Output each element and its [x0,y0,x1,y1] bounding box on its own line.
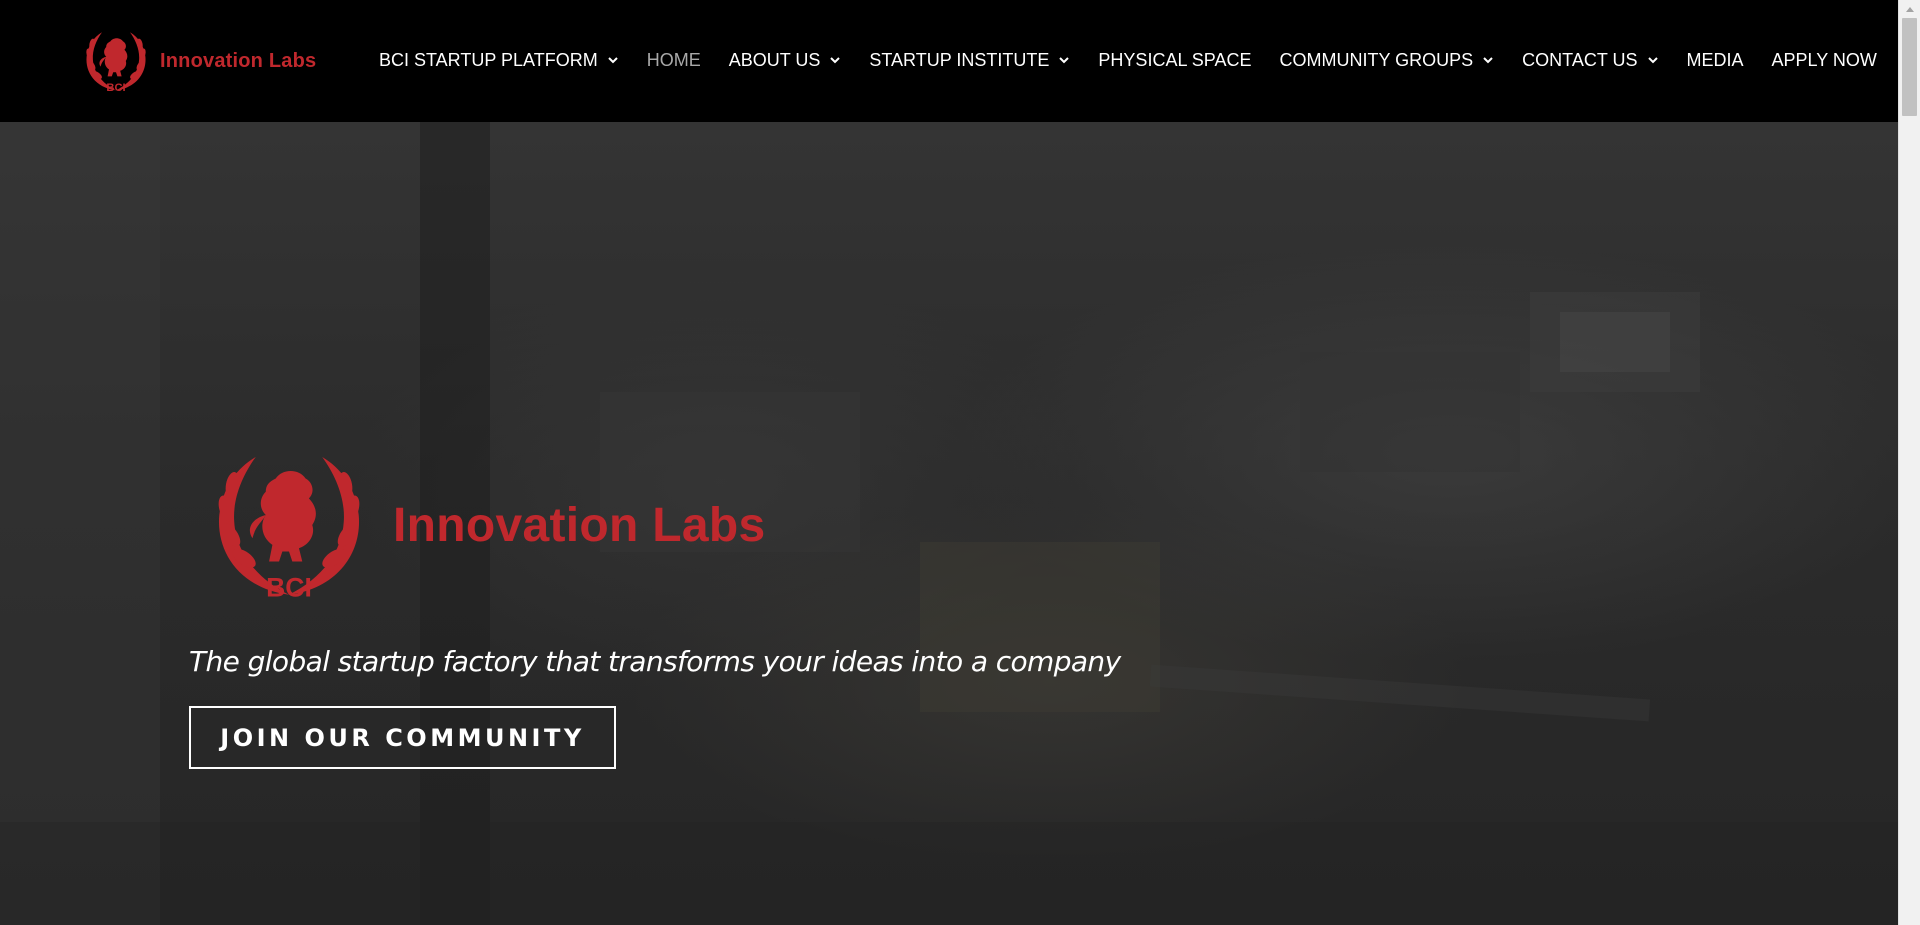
header-logo-link[interactable]: BCI Innovation Labs [80,26,316,96]
nav-item-label: APPLY NOW [1771,49,1877,70]
nav-item-bci-startup-platform[interactable]: BCI STARTUP PLATFORM [379,50,619,71]
scrollbar-thumb[interactable] [1902,18,1917,116]
nav-item-about-us[interactable]: ABOUT US [729,50,842,71]
nav-item-physical-space[interactable]: PHYSICAL SPACE [1098,50,1251,71]
nav-item-label: HOME [646,49,701,70]
nav-item-label: PHYSICAL SPACE [1098,49,1252,70]
nav-item-label: CONTACT US [1522,49,1638,70]
crest-text: BCI [266,572,312,602]
hero-brand-name: Innovation Labs [393,498,766,552]
nav-item-apply-now[interactable]: APPLY NOW [1772,50,1877,71]
crest-text: BCI [106,82,125,94]
scroll-up-arrow-icon[interactable] [1899,0,1920,17]
nav-item-media[interactable]: MEDIA [1687,50,1744,71]
hero-logo: BCI Innovation Labs [205,442,766,608]
chevron-down-icon [1647,57,1658,64]
lion-laurel-crest-icon: BCI [86,32,146,94]
nav-item-label: MEDIA [1686,49,1744,70]
nav-item-label: COMMUNITY GROUPS [1279,49,1474,70]
chevron-down-icon [830,57,841,64]
nav-item-home[interactable]: HOME [647,50,701,71]
header-brand-name: Innovation Labs [160,49,317,72]
main-nav: BCI STARTUP PLATFORM HOME ABOUT US START… [379,48,1877,72]
join-community-button[interactable]: JOIN OUR COMMUNITY [189,706,616,769]
nav-item-contact-us[interactable]: CONTACT US [1522,50,1658,71]
chevron-down-icon [607,57,618,64]
page-scrollbar[interactable] [1898,0,1920,925]
chevron-down-icon [1059,57,1070,64]
nav-item-startup-institute[interactable]: STARTUP INSTITUTE [869,50,1070,71]
nav-item-community-groups[interactable]: COMMUNITY GROUPS [1279,50,1494,71]
chevron-down-icon [1483,57,1493,64]
hero-section: BCI Innovation Labs The global startup f… [0,122,1898,925]
lion-laurel-crest-icon: BCI [218,456,360,602]
nav-item-label: ABOUT US [728,49,821,70]
hero-tagline: The global startup factory that transfor… [189,645,1121,678]
nav-item-label: BCI STARTUP PLATFORM [379,49,598,70]
site-header: BCI Innovation Labs BCI STARTUP PLATFORM… [0,0,1898,122]
nav-item-label: STARTUP INSTITUTE [869,49,1050,70]
